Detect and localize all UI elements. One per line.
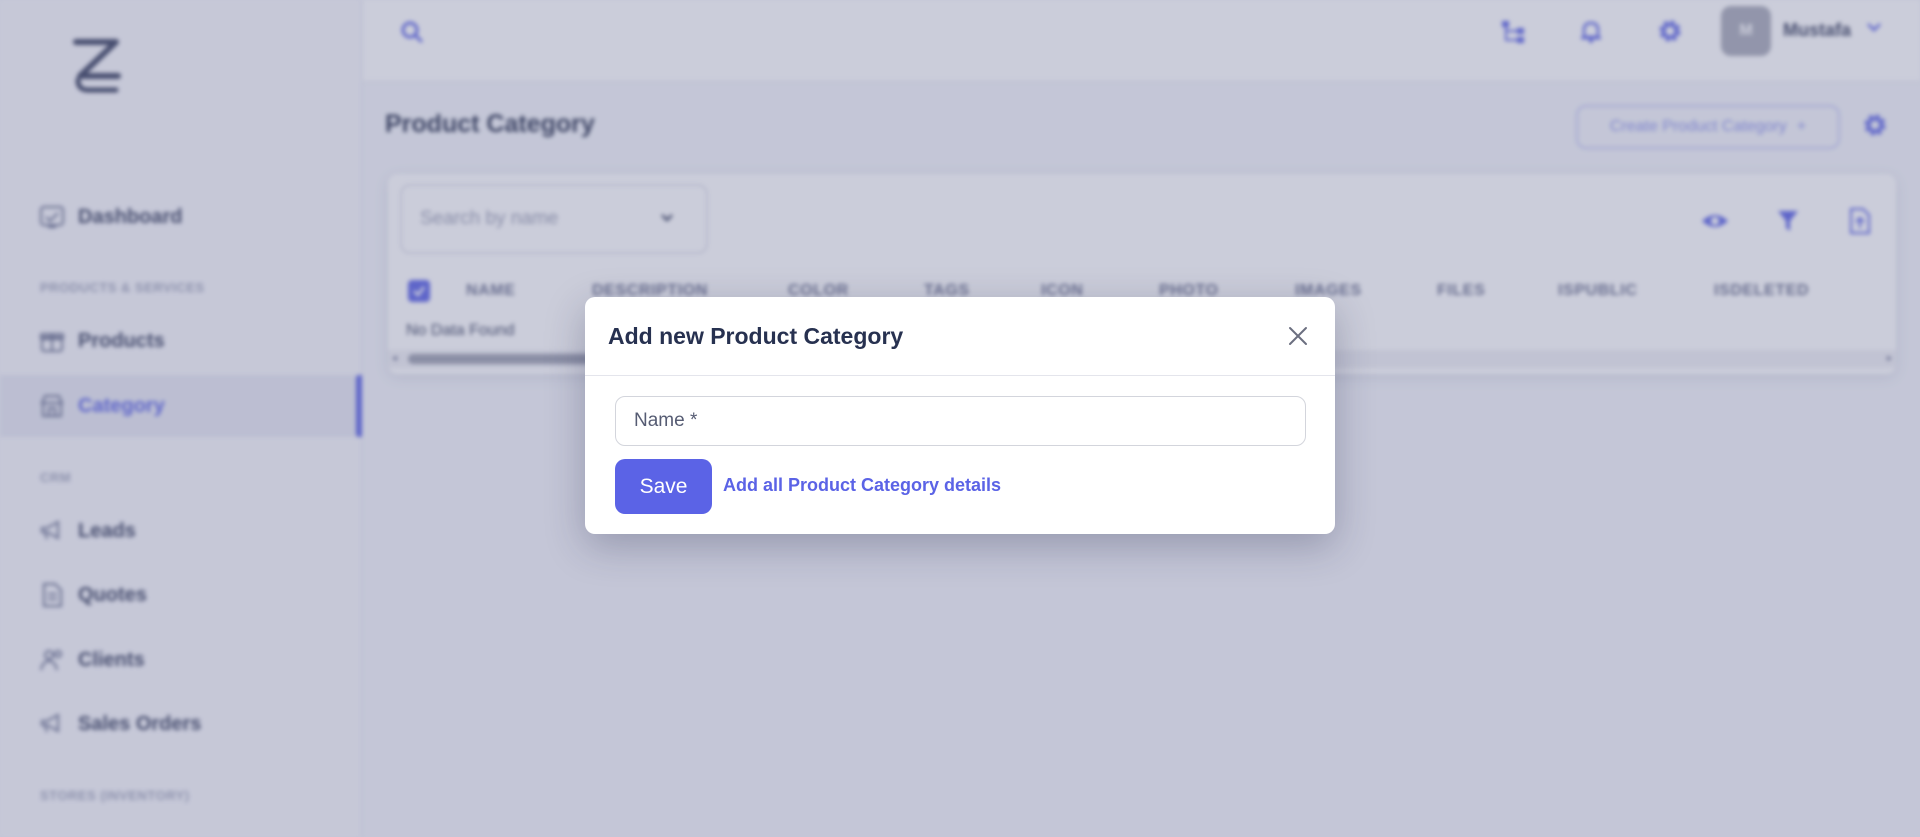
save-button[interactable]: Save xyxy=(615,459,712,514)
close-icon[interactable] xyxy=(1283,321,1313,351)
modal-title: Add new Product Category xyxy=(608,322,904,349)
add-all-details-link[interactable]: Add all Product Category details xyxy=(723,475,1001,496)
modal-header: Add new Product Category xyxy=(585,297,1335,376)
add-product-category-modal: Add new Product Category Save Add all Pr… xyxy=(585,297,1335,534)
name-field[interactable] xyxy=(615,396,1306,446)
